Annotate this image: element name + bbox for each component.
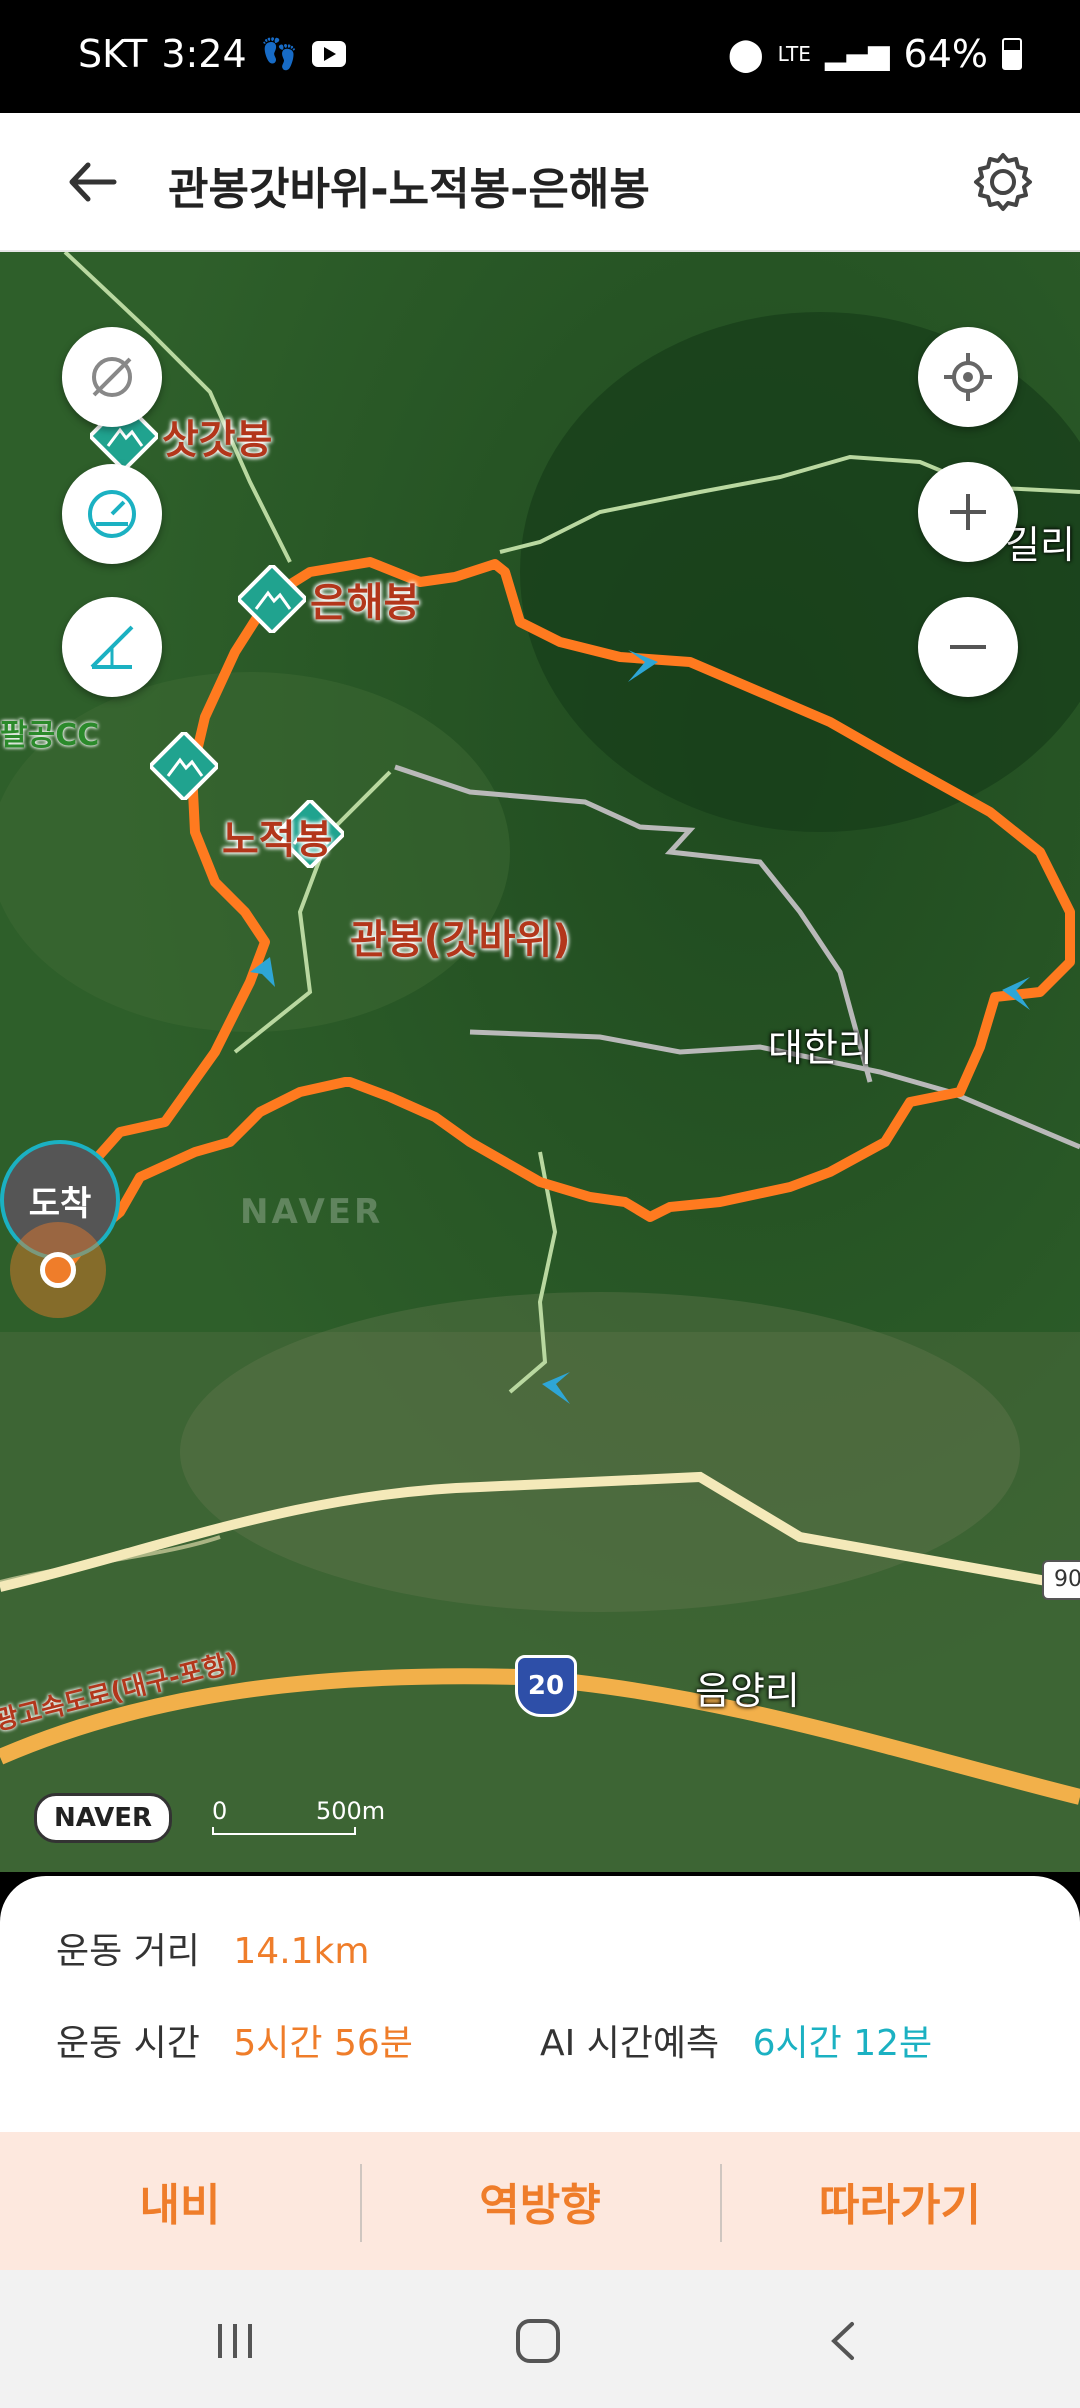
settings-gear-icon[interactable] xyxy=(970,149,1036,215)
scale-zero: 0 xyxy=(212,1797,228,1825)
map-watermark: NAVER xyxy=(240,1192,384,1232)
battery-level: 64% xyxy=(903,32,988,76)
youtube-icon xyxy=(312,41,347,67)
peak-label: 삿갓봉 xyxy=(162,417,273,463)
time-label: 운동 시간 xyxy=(56,2023,200,2064)
scale-bar: 0 500m xyxy=(212,1797,386,1835)
recent-apps-icon[interactable] xyxy=(212,2318,258,2364)
network-type: LTE xyxy=(777,42,811,66)
action-bar: 내비 역방향 따라가기 xyxy=(0,2132,1080,2270)
naver-logo: NAVER xyxy=(34,1793,172,1843)
current-location-center xyxy=(40,1252,76,1288)
navi-button[interactable]: 내비 xyxy=(0,2132,360,2270)
distance-label: 운동 거리 xyxy=(56,1931,200,1972)
highway-shield: 20 xyxy=(515,1655,577,1717)
carrier: SKT xyxy=(78,32,148,76)
hide-route-button[interactable] xyxy=(62,327,162,427)
zoom-in-button[interactable] xyxy=(918,462,1018,562)
peak-marker-icon[interactable] xyxy=(238,565,306,633)
clock: 3:24 xyxy=(161,32,247,76)
follow-button[interactable]: 따라가기 xyxy=(720,2132,1080,2270)
map-view[interactable]: 삿갓봉 은해봉 노적봉 관봉(갓바위) 대한리 음양리 팔공CC 길리 광고속도… xyxy=(0,252,1080,1872)
place-label: 대한리 xyxy=(768,1026,873,1070)
peak-label: 관봉(갓바위) xyxy=(350,917,571,963)
back-icon[interactable] xyxy=(822,2318,862,2364)
speed-button[interactable] xyxy=(62,464,162,564)
place-label: 음양리 xyxy=(695,1669,800,1713)
ai-estimate-label: AI 시간예측 xyxy=(540,2023,720,2064)
time-row: 운동 시간 5시간 56분 xyxy=(56,2014,413,2066)
minus-icon xyxy=(950,645,986,649)
distance-value: 14.1km xyxy=(233,1931,370,1972)
steps-icon: 👣 xyxy=(260,36,299,72)
page-title: 관봉갓바위-노적봉-은해봉 xyxy=(168,164,650,215)
no-route-icon xyxy=(92,357,132,397)
plus-icon xyxy=(950,494,986,530)
peak-label: 은해봉 xyxy=(310,580,421,626)
peak-label: 노적봉 xyxy=(222,817,333,863)
back-arrow-icon[interactable] xyxy=(62,151,124,213)
time-value: 5시간 56분 xyxy=(233,2023,413,2064)
golf-label: 팔공CC xyxy=(0,718,100,753)
satellite-map xyxy=(0,252,1080,1872)
crosshair-icon xyxy=(944,353,992,401)
reverse-button[interactable]: 역방향 xyxy=(360,2132,720,2270)
signal-icon: ▂▄▆ xyxy=(824,37,890,71)
system-nav-bar xyxy=(0,2270,1080,2408)
home-icon[interactable] xyxy=(513,2316,563,2366)
elevation-button[interactable] xyxy=(62,597,162,697)
zoom-out-button[interactable] xyxy=(918,597,1018,697)
ai-estimate-row: AI 시간예측 6시간 12분 xyxy=(540,2014,932,2066)
status-bar: SKT 3:24 👣 ⬤ LTE ▂▄▆ 64% xyxy=(0,0,1080,113)
battery-icon xyxy=(1002,38,1022,70)
peak-marker-icon[interactable] xyxy=(150,732,218,800)
scale-distance: 500m xyxy=(316,1797,386,1825)
ai-estimate-value: 6시간 12분 xyxy=(752,2023,933,2064)
route-stats-sheet: 운동 거리 14.1km 운동 시간 5시간 56분 AI 시간예측 6시간 1… xyxy=(0,1876,1080,2132)
app-header: 관봉갓바위-노적봉-은해봉 xyxy=(0,113,1080,252)
slope-icon xyxy=(90,625,134,669)
location-icon: ⬤ xyxy=(727,35,764,73)
distance-row: 운동 거리 14.1km xyxy=(56,1922,369,1974)
my-location-button[interactable] xyxy=(918,327,1018,427)
road-shield: 90 xyxy=(1042,1560,1080,1600)
speedometer-icon xyxy=(88,490,136,538)
